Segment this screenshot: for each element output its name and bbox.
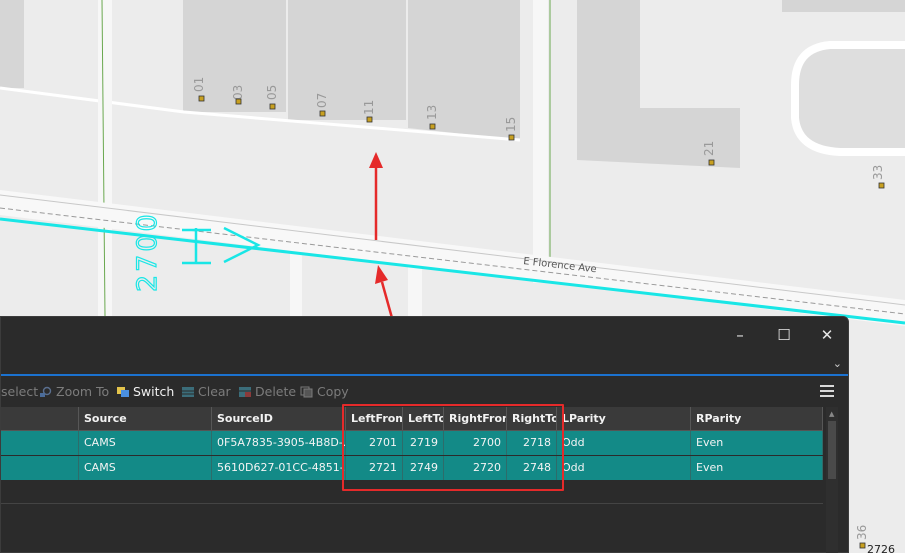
parcel	[0, 0, 24, 88]
svg-text:03: 03	[231, 85, 245, 100]
svg-text:11: 11	[362, 100, 376, 115]
cell-leftto[interactable]: 2719	[403, 431, 444, 455]
table-header-row: Source SourceID LeftFrom LeftTo RightFro…	[1, 407, 823, 431]
cell-rightto[interactable]: 2748	[507, 456, 557, 480]
column-header-rparity[interactable]: RParity	[691, 407, 823, 430]
cell-source[interactable]: CAMS	[79, 431, 212, 455]
cell-sourceid[interactable]: 5610D627-01CC-4851-...	[212, 456, 346, 480]
svg-text:05: 05	[265, 85, 279, 100]
column-header-rightto[interactable]: RightTo	[507, 407, 557, 430]
column-header-leftfrom[interactable]: LeftFrom	[346, 407, 403, 430]
column-header-blank[interactable]	[1, 407, 79, 430]
building-outline	[791, 41, 905, 156]
column-header-leftto[interactable]: LeftTo	[403, 407, 444, 430]
cell-leftto[interactable]: 2749	[403, 456, 444, 480]
switch-icon	[117, 386, 129, 397]
zoom-to-button[interactable]: Zoom To	[39, 384, 109, 399]
copy-button[interactable]: Copy	[300, 384, 349, 399]
cell-rparity[interactable]: Even	[691, 431, 823, 455]
svg-text:13: 13	[425, 105, 439, 120]
cell-sourceid[interactable]: 0F5A7835-3905-4B8D-...	[212, 431, 346, 455]
svg-text:33: 33	[871, 165, 885, 180]
attribute-table-window: – ☐ ✕ ⌄ select Zoom To Switch Clear Dele…	[0, 316, 849, 553]
chevron-down-icon[interactable]: ⌄	[833, 357, 842, 370]
table-options-menu-icon[interactable]	[820, 385, 834, 400]
table-toolbar: select Zoom To Switch Clear Delete Copy	[1, 381, 847, 405]
close-button[interactable]: ✕	[812, 323, 842, 347]
cell-leftfrom[interactable]: 2721	[346, 456, 403, 480]
cell-source[interactable]: CAMS	[79, 456, 212, 480]
switch-button[interactable]: Switch	[116, 384, 174, 399]
scroll-up-icon[interactable]: ▲	[829, 410, 834, 418]
vertical-scrollbar[interactable]: ▲	[826, 407, 838, 553]
cell-lparity[interactable]: Odd	[557, 431, 691, 455]
attribute-table-grid: Source SourceID LeftFrom LeftTo RightFro…	[1, 407, 823, 481]
parcel	[288, 0, 406, 120]
cell-rparity[interactable]: Even	[691, 456, 823, 480]
delete-button[interactable]: Delete	[238, 384, 296, 399]
cell-leftfrom[interactable]: 2701	[346, 431, 403, 455]
table-footer-divider	[1, 503, 823, 504]
table-row[interactable]: CAMS 5610D627-01CC-4851-... 2721 2749 27…	[1, 456, 823, 481]
svg-text:07: 07	[315, 93, 329, 108]
select-button[interactable]: select	[1, 384, 38, 399]
scrollbar-thumb[interactable]	[828, 421, 836, 479]
minimize-button[interactable]: –	[725, 323, 755, 347]
svg-text:36: 36	[855, 525, 869, 540]
cell-lparity[interactable]: Odd	[557, 456, 691, 480]
column-header-source[interactable]: Source	[79, 407, 212, 430]
maximize-button[interactable]: ☐	[769, 323, 799, 347]
svg-text:21: 21	[702, 141, 716, 156]
window-accent-bar	[1, 374, 848, 376]
clear-button[interactable]: Clear	[181, 384, 231, 399]
cell-rightfrom[interactable]: 2720	[444, 456, 507, 480]
column-header-sourceid[interactable]: SourceID	[212, 407, 346, 430]
copy-icon	[300, 386, 313, 397]
range-label: 2700	[132, 211, 163, 292]
delete-icon	[239, 386, 251, 397]
cell-rightfrom[interactable]: 2700	[444, 431, 507, 455]
column-header-lparity[interactable]: LParity	[557, 407, 691, 430]
zoom-to-icon	[40, 386, 52, 397]
svg-text:2726: 2726	[867, 543, 895, 553]
column-header-rightfrom[interactable]: RightFrom	[444, 407, 507, 430]
cell-rightto[interactable]: 2718	[507, 431, 557, 455]
clear-icon	[182, 386, 194, 397]
table-row[interactable]: CAMS 0F5A7835-3905-4B8D-... 2701 2719 27…	[1, 431, 823, 456]
svg-text:15: 15	[504, 117, 518, 132]
svg-text:01: 01	[192, 77, 206, 92]
side-street	[533, 0, 548, 283]
